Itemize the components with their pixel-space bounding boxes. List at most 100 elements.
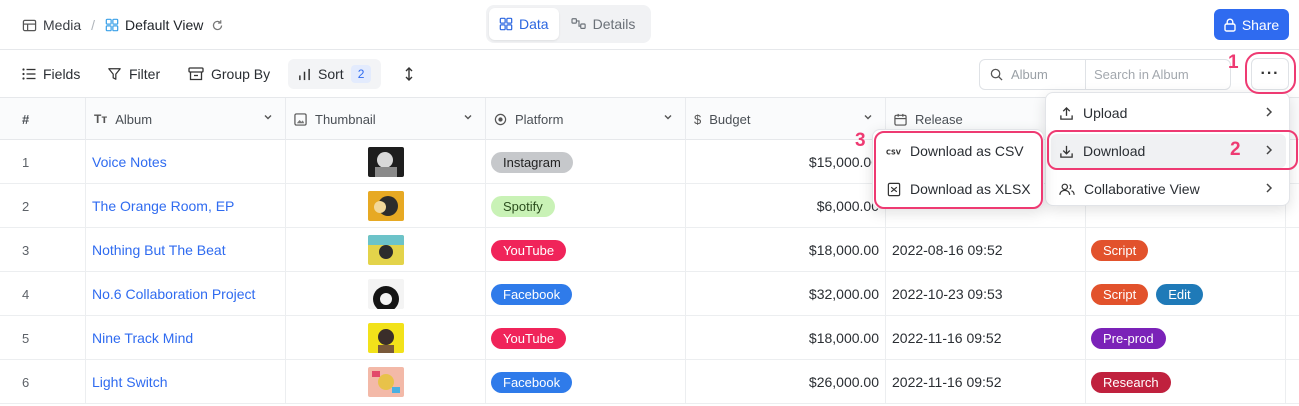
search-input[interactable] — [1086, 60, 1226, 89]
table-row[interactable]: 6 Light Switch Facebook $26,000.00 2022-… — [0, 360, 1299, 404]
row-height-button[interactable] — [404, 59, 414, 89]
status-cell[interactable]: Script — [1086, 228, 1286, 272]
album-cell[interactable]: Nine Track Mind — [86, 316, 286, 360]
release-cell[interactable]: 2022-10-23 09:53 — [886, 272, 1086, 316]
chevron-down-icon[interactable] — [463, 112, 473, 122]
table-row[interactable]: 4 No.6 Collaboration Project Facebook $3… — [0, 272, 1299, 316]
upload-icon — [1060, 106, 1073, 120]
lock-icon — [1224, 18, 1236, 32]
group-by-button[interactable]: Group By — [188, 59, 270, 89]
chevron-down-icon[interactable] — [863, 112, 873, 122]
budget-cell[interactable]: $26,000.00 — [686, 360, 886, 404]
breadcrumb-view-label: Default View — [125, 17, 204, 33]
platform-tag: YouTube — [491, 239, 567, 261]
column-header-thumbnail[interactable]: Thumbnail — [286, 98, 486, 140]
budget-cell[interactable]: $18,000.00 — [686, 228, 886, 272]
thumbnail-cell[interactable] — [286, 316, 486, 360]
platform-cell[interactable]: Instagram — [486, 140, 686, 184]
budget-cell[interactable]: $32,000.00 — [686, 272, 886, 316]
breadcrumb-view[interactable]: Default View — [105, 17, 224, 33]
refresh-icon[interactable] — [211, 19, 224, 32]
platform-cell[interactable]: YouTube — [486, 316, 686, 360]
platform-cell[interactable]: Facebook — [486, 272, 686, 316]
status-cell[interactable]: Pre-prod — [1086, 316, 1286, 360]
thumbnail-cell[interactable] — [286, 228, 486, 272]
thumbnail-cell[interactable] — [286, 140, 486, 184]
thumbnail-cell[interactable] — [286, 184, 486, 228]
sort-button[interactable]: Sort 2 — [288, 59, 382, 89]
album-thumbnail — [367, 147, 404, 177]
release-cell[interactable]: 2022-08-16 09:52 — [886, 228, 1086, 272]
chevron-down-icon[interactable] — [663, 112, 673, 122]
release-cell[interactable]: 2022-11-16 09:52 — [886, 360, 1086, 404]
table-icon — [22, 19, 37, 31]
album-cell[interactable]: Light Switch — [86, 360, 286, 404]
column-release-label: Release — [915, 111, 963, 127]
platform-cell[interactable]: Facebook — [486, 360, 686, 404]
xlsx-file-icon — [887, 182, 901, 196]
breadcrumb-media[interactable]: Media — [22, 17, 81, 33]
tab-data-label: Data — [519, 16, 549, 32]
image-icon — [294, 112, 307, 126]
table-row[interactable]: 3 Nothing But The Beat YouTube $18,000.0… — [0, 228, 1299, 272]
release-cell[interactable]: 2022-11-16 09:52 — [886, 316, 1086, 360]
platform-tag: Instagram — [491, 151, 573, 173]
breadcrumb-separator: / — [91, 17, 96, 33]
menu-item-download[interactable]: Download — [1051, 134, 1286, 168]
chevron-right-icon — [1266, 145, 1273, 155]
row-height-icon — [405, 67, 413, 81]
currency-icon: $ — [694, 111, 702, 127]
filter-button[interactable]: Filter — [107, 59, 160, 89]
details-icon — [571, 18, 586, 29]
download-xlsx-option[interactable]: Download as XLSX — [878, 172, 1040, 206]
column-album-label: Album — [115, 111, 153, 127]
platform-tag: Facebook — [491, 371, 573, 393]
column-header-album[interactable]: Tт Album — [86, 98, 286, 140]
thumbnail-cell[interactable] — [286, 360, 486, 404]
album-thumbnail — [367, 191, 404, 221]
download-csv-option[interactable]: CSV Download as CSV — [878, 134, 1040, 168]
column-number-label: # — [22, 111, 30, 127]
share-button[interactable]: Share — [1214, 9, 1289, 40]
album-thumbnail — [367, 279, 404, 309]
menu-item-collaborative-view[interactable]: Collaborative View — [1051, 172, 1286, 206]
column-header-platform[interactable]: Platform — [486, 98, 686, 140]
album-cell[interactable]: No.6 Collaboration Project — [86, 272, 286, 316]
group-by-label: Group By — [211, 66, 271, 82]
tab-details[interactable]: Details — [561, 8, 646, 40]
row-number: 5 — [0, 316, 86, 360]
thumbnail-cell[interactable] — [286, 272, 486, 316]
album-cell[interactable]: The Orange Room, EP — [86, 184, 286, 228]
album-cell[interactable]: Nothing But The Beat — [86, 228, 286, 272]
tab-details-label: Details — [592, 16, 636, 32]
platform-cell[interactable]: YouTube — [486, 228, 686, 272]
tab-data[interactable]: Data — [489, 8, 559, 40]
row-number: 2 — [0, 184, 86, 228]
filter-icon — [108, 68, 121, 80]
column-header-number[interactable]: # — [0, 98, 86, 140]
platform-cell[interactable]: Spotify — [486, 184, 686, 228]
menu-item-upload[interactable]: Upload — [1051, 96, 1286, 130]
grid-view-icon — [105, 18, 119, 32]
platform-tag: Facebook — [491, 283, 573, 305]
list-icon — [22, 68, 36, 80]
more-options-button[interactable]: ··· — [1251, 58, 1289, 90]
chevron-right-icon — [1266, 107, 1273, 117]
single-select-icon — [494, 113, 507, 125]
fields-button[interactable]: Fields — [22, 59, 80, 89]
step-two-label: 2 — [1230, 139, 1241, 160]
budget-cell[interactable]: $18,000.00 — [686, 316, 886, 360]
budget-cell[interactable]: $6,000.00 — [686, 184, 886, 228]
status-cell[interactable]: Script Edit — [1086, 272, 1286, 316]
album-cell[interactable]: Voice Notes — [86, 140, 286, 184]
table-row[interactable]: 5 Nine Track Mind YouTube $18,000.00 202… — [0, 316, 1299, 360]
status-tag: Edit — [1156, 283, 1203, 305]
chevron-right-icon — [1266, 183, 1273, 193]
breadcrumb: Media / Default View — [22, 0, 224, 50]
chevron-down-icon[interactable] — [263, 112, 273, 122]
download-icon — [1060, 145, 1073, 158]
view-switch: Data Details — [486, 5, 651, 43]
search-field-selector[interactable]: Album — [980, 60, 1086, 89]
step-three-label: 3 — [855, 130, 866, 151]
status-cell[interactable]: Research — [1086, 360, 1286, 404]
